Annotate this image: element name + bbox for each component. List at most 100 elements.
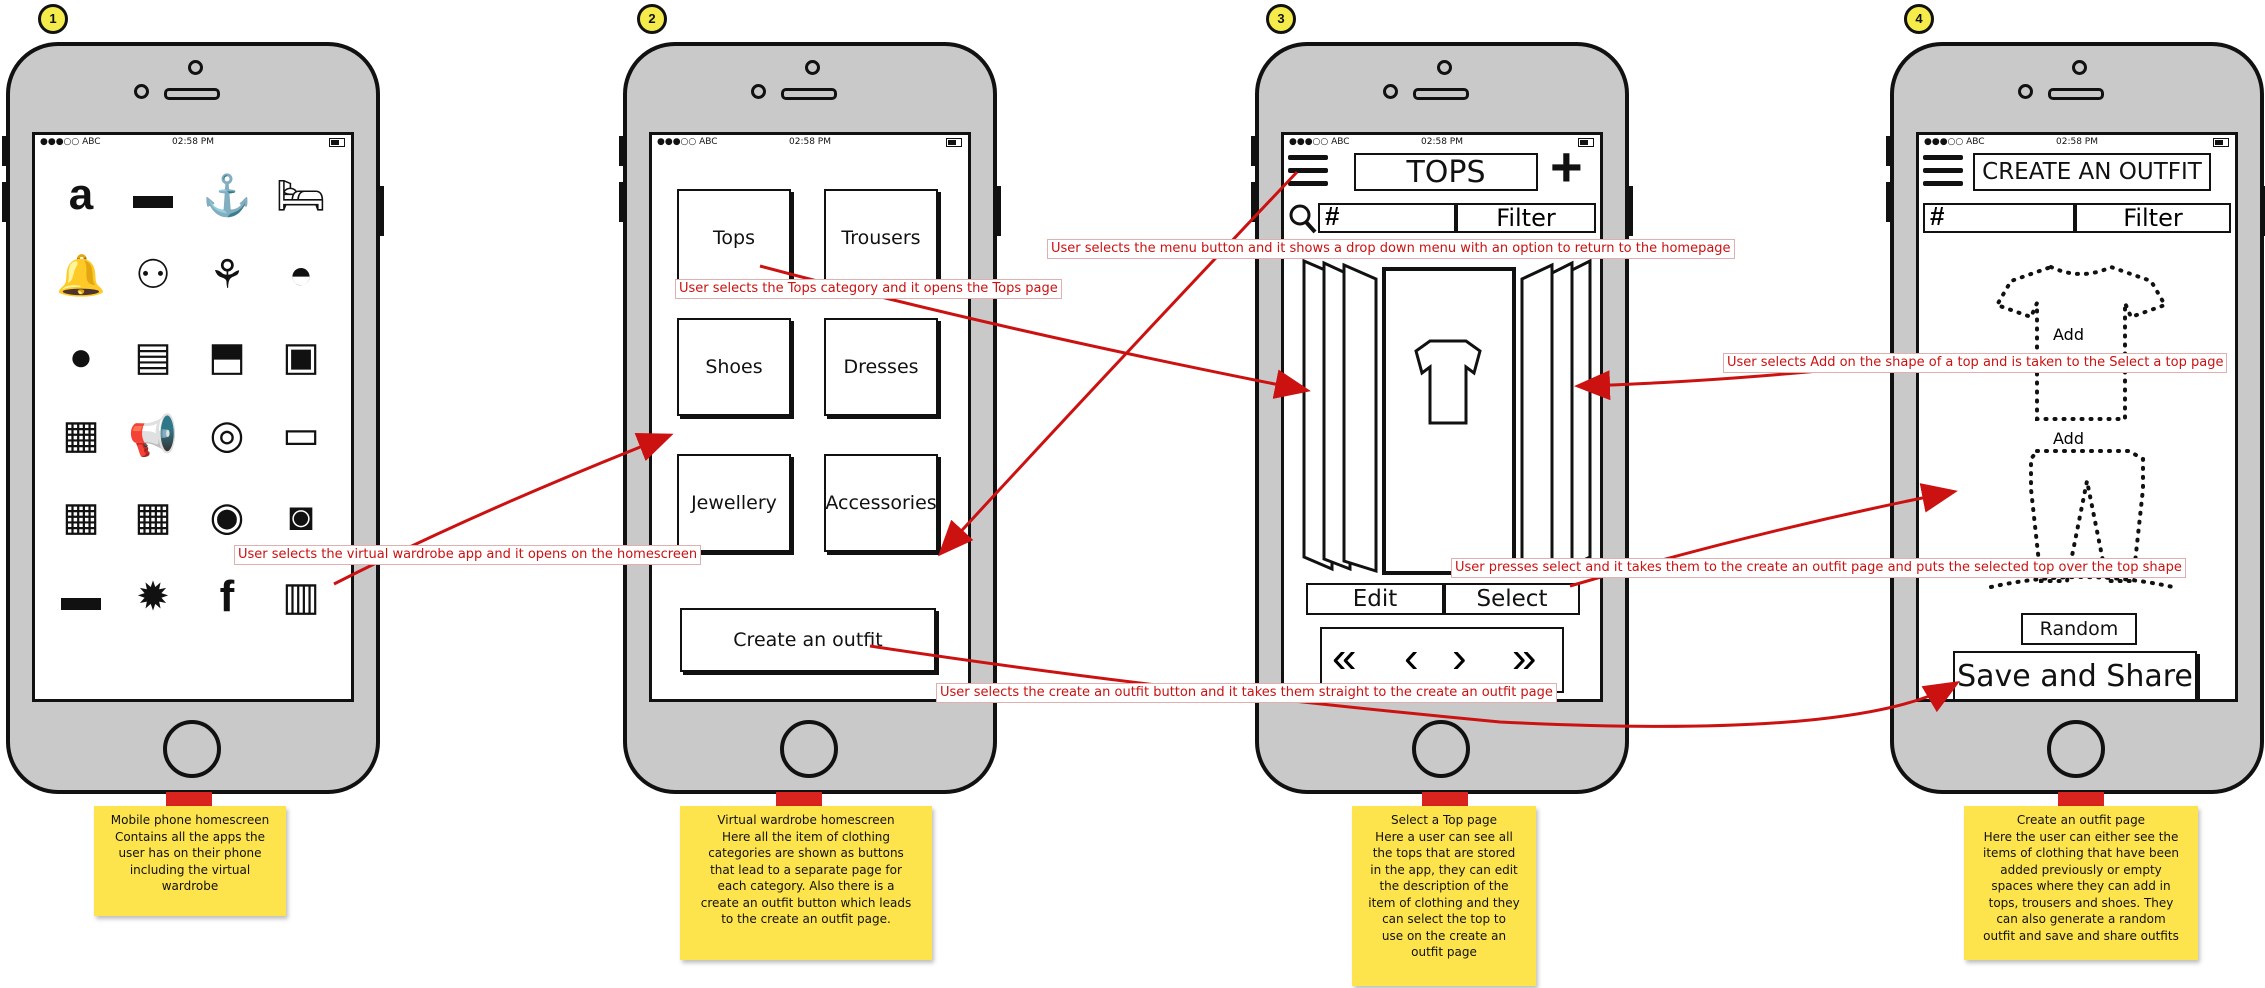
status-time: 02:58 PM <box>2056 137 2098 147</box>
sensor-dot <box>134 84 149 99</box>
status-bar: ●●●○○ ABC 02:58 PM <box>35 135 351 149</box>
sensor-dot <box>751 84 766 99</box>
volume-button <box>619 182 625 222</box>
map-icon[interactable]: ▥ <box>273 569 329 625</box>
status-time: 02:58 PM <box>172 137 214 147</box>
add-top-slot[interactable]: Add <box>2053 325 2084 344</box>
building-icon[interactable]: ▦ <box>53 407 109 463</box>
callout-create-outfit: User selects the create an outfit button… <box>936 683 1557 703</box>
volume-button <box>2 136 8 166</box>
speaker-slot <box>781 88 837 100</box>
category-button-jewellery[interactable]: Jewellery <box>677 454 791 552</box>
book-icon[interactable]: ▤ <box>125 329 181 385</box>
binoculars-icon[interactable]: ⚇ <box>125 247 181 303</box>
create-outfit-button[interactable]: Create an outfit <box>680 608 936 672</box>
battery-icon <box>329 138 345 147</box>
status-bar: ●●●○○ ABC 02:58 PM <box>652 135 968 149</box>
volume-button <box>1251 182 1257 222</box>
bomb-icon[interactable]: ● <box>53 329 109 385</box>
photo-camera-icon[interactable]: ◙ <box>273 489 329 545</box>
callout-press-select: User presses select and it takes them to… <box>1451 558 2186 578</box>
megaphone-icon[interactable]: 📢 <box>125 407 181 463</box>
battery-icon <box>946 138 962 147</box>
phone-4: ●●●○○ ABC 02:58 PM CREATE AN OUTFIT # Fi… <box>1886 42 2265 794</box>
homescreen: ●●●○○ ABC 02:58 PM a ▬ ⚓ 🛏 🔔 ⚇ ⚘ ◓ ● ▤ ⬒ ▣ ▦ 📢 ◎ ▭ ▦ ▦ ◉ ◙ ▬… <box>32 132 354 702</box>
category-button-dresses[interactable]: Dresses <box>824 318 938 416</box>
sticky-note-1: Mobile phone homescreen Contains all the… <box>94 806 286 916</box>
sticky-note-3: Select a Top page Here a user can see al… <box>1352 806 1536 986</box>
callout-open-app: User selects the virtual wardrobe app an… <box>234 545 702 565</box>
save-and-share-button[interactable]: Save and Share <box>1953 651 2197 699</box>
camera-dot <box>2072 60 2087 75</box>
bell-icon[interactable]: 🔔 <box>53 247 109 303</box>
volume-button <box>2 182 8 222</box>
create-outfit-page: ●●●○○ ABC 02:58 PM CREATE AN OUTFIT # Fi… <box>1916 132 2238 702</box>
status-time: 02:58 PM <box>789 137 831 147</box>
phone-1: ●●●○○ ABC 02:58 PM a ▬ ⚓ 🛏 🔔 ⚇ ⚘ ◓ ● ▤ ⬒ ▣ ▦ 📢 ◎ ▭ ▦ ▦ ◉ ◙ ▬… <box>2 42 384 794</box>
calculator-icon[interactable]: ▦ <box>53 489 109 545</box>
last-page-icon[interactable]: » <box>1512 633 1536 683</box>
page-title: CREATE AN OUTFIT <box>1973 153 2211 191</box>
camera-dot <box>1437 60 1452 75</box>
search-icon[interactable] <box>1288 203 1318 235</box>
add-plus-icon[interactable]: + <box>1550 139 1583 195</box>
next-icon[interactable]: › <box>1452 633 1467 683</box>
speaker-slot <box>1413 88 1469 100</box>
search-field[interactable]: # <box>1318 201 1456 233</box>
category-button-shoes[interactable]: Shoes <box>677 318 791 416</box>
category-button-tops[interactable]: Tops <box>677 189 791 287</box>
home-button[interactable] <box>163 720 221 778</box>
amazon-icon[interactable]: a <box>53 167 109 223</box>
filter-button[interactable]: Filter <box>1456 203 1596 233</box>
amex-card-icon[interactable]: ▬ <box>125 167 181 223</box>
search-field[interactable]: # <box>1923 201 2075 233</box>
volume-button <box>619 136 625 166</box>
first-page-icon[interactable]: « <box>1332 633 1356 683</box>
hamburger-menu-icon[interactable] <box>1923 155 1963 189</box>
bucket-icon[interactable]: ◓ <box>273 247 329 303</box>
edit-button[interactable]: Edit <box>1306 583 1444 615</box>
calendar-icon[interactable]: ▦ <box>125 489 181 545</box>
step-badge-4: 4 <box>1904 4 1934 34</box>
cake-icon[interactable]: ⚘ <box>199 247 255 303</box>
previous-icon[interactable]: ‹ <box>1404 633 1419 683</box>
anchor-icon[interactable]: ⚓ <box>199 167 255 223</box>
badge-star-icon[interactable]: ✹ <box>125 569 181 625</box>
step-badge-2: 2 <box>637 4 667 34</box>
tops-carousel[interactable] <box>1302 253 1592 579</box>
add-trousers-slot[interactable]: Add <box>2053 429 2084 448</box>
bookmark-icon[interactable]: ⬒ <box>199 329 255 385</box>
home-button[interactable] <box>780 720 838 778</box>
camera-icon[interactable]: ◉ <box>199 489 255 545</box>
sticky-note-4: Create an outfit page Here the user can … <box>1964 806 2198 960</box>
car-icon[interactable]: ▬ <box>53 569 109 625</box>
random-button[interactable]: Random <box>2021 613 2137 645</box>
facebook-icon[interactable]: f <box>199 569 255 625</box>
camera-dot <box>188 60 203 75</box>
hamburger-menu-icon[interactable] <box>1288 155 1328 189</box>
step-badge-3: 3 <box>1266 4 1296 34</box>
tops-page: ●●●○○ ABC 02:58 PM TOPS + # Filter Edit <box>1281 132 1603 702</box>
briefcase-icon[interactable]: ▣ <box>273 329 329 385</box>
volume-button <box>1251 136 1257 166</box>
category-button-trousers[interactable]: Trousers <box>824 189 938 287</box>
home-button[interactable] <box>2047 720 2105 778</box>
volume-button <box>1886 182 1892 222</box>
callout-menu-button: User selects the menu button and it show… <box>1047 239 1735 259</box>
bed-icon[interactable]: 🛏 <box>273 167 329 223</box>
power-button <box>378 186 384 236</box>
home-button[interactable] <box>1412 720 1470 778</box>
phone-3: ●●●○○ ABC 02:58 PM TOPS + # Filter Edit <box>1251 42 1633 794</box>
category-button-accessories[interactable]: Accessories <box>824 454 938 552</box>
target-icon[interactable]: ◎ <box>199 407 255 463</box>
hash-icon: # <box>1325 201 1340 231</box>
bus-icon[interactable]: ▭ <box>273 407 329 463</box>
step-badge-1: 1 <box>38 4 68 34</box>
phone-2: ●●●○○ ABC 02:58 PM Tops Trousers Shoes D… <box>619 42 1001 794</box>
speaker-slot <box>164 88 220 100</box>
speaker-slot <box>2048 88 2104 100</box>
status-bar: ●●●○○ ABC 02:58 PM <box>1919 135 2235 149</box>
wardrobe-homescreen: ●●●○○ ABC 02:58 PM Tops Trousers Shoes D… <box>649 132 971 702</box>
filter-button[interactable]: Filter <box>2075 203 2231 233</box>
select-button[interactable]: Select <box>1444 583 1580 615</box>
